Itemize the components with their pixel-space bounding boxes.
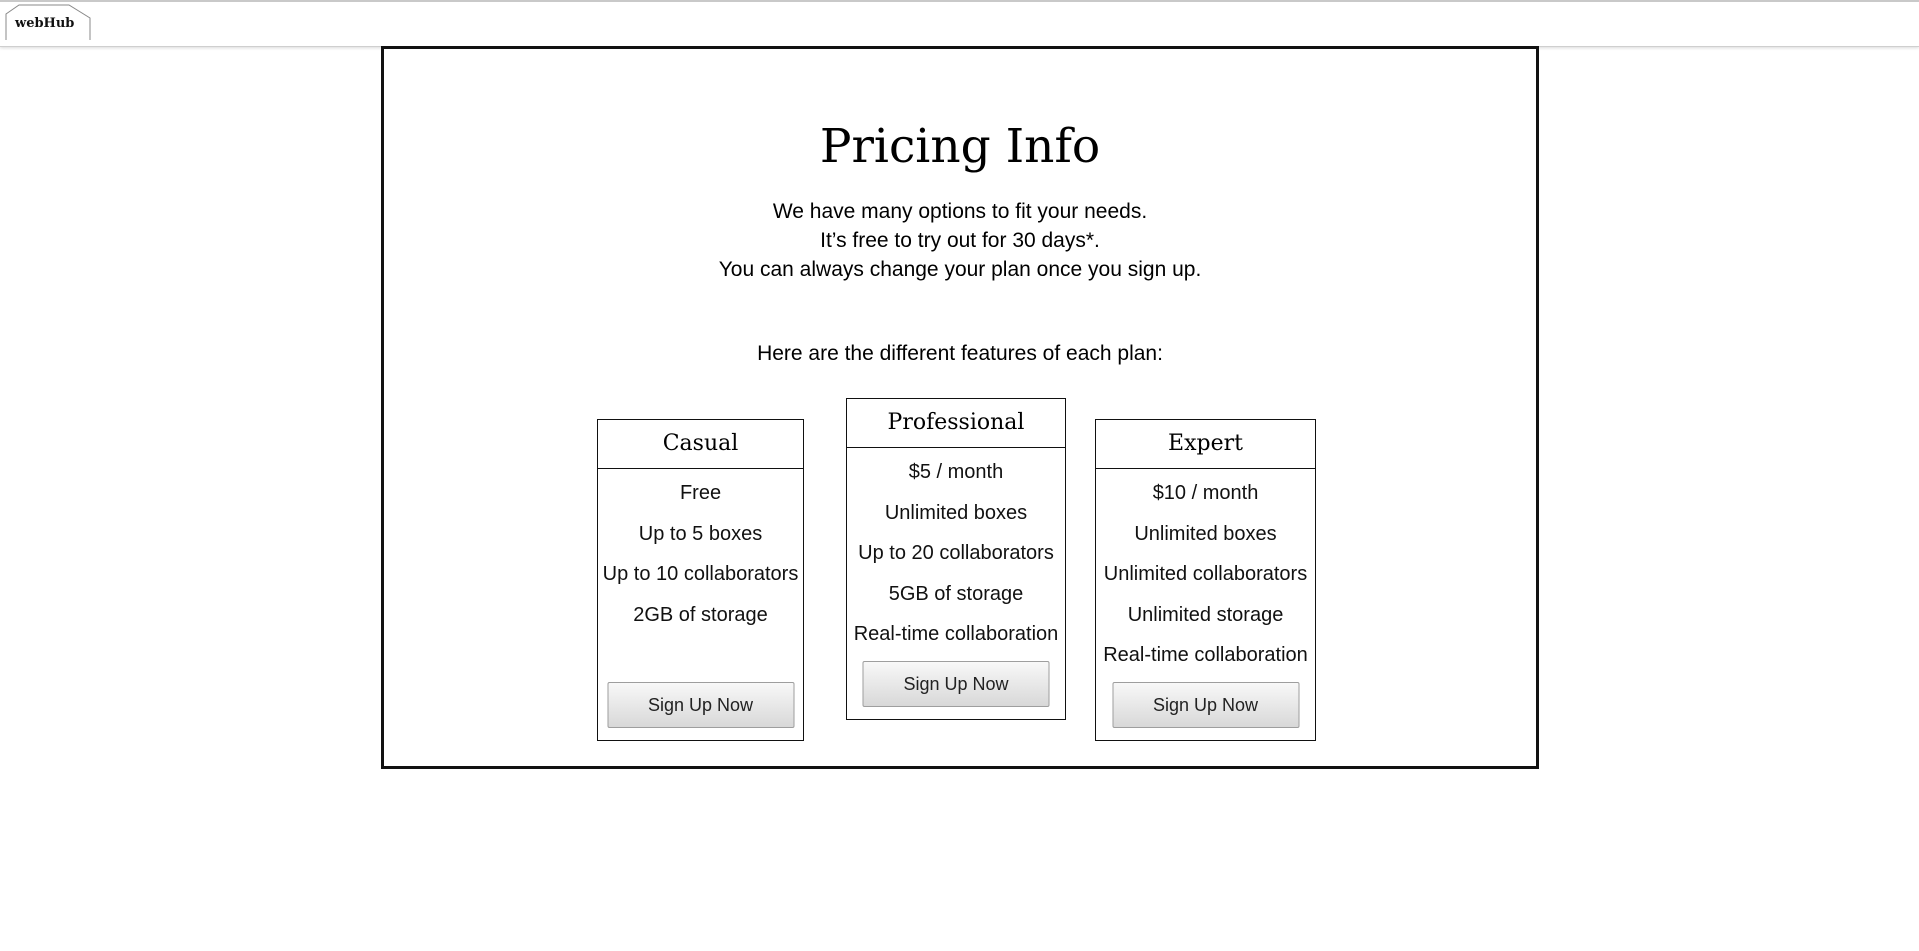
sign-up-button-expert[interactable]: Sign Up Now [1112,682,1299,728]
page-title: Pricing Info [819,119,1101,174]
sign-up-button-professional[interactable]: Sign Up Now [862,661,1050,707]
webhub-logo[interactable]: webHub [5,2,91,40]
plan-title: Casual [598,420,803,469]
plan-title: Expert [1096,420,1315,469]
plan-feature: 2GB of storage [633,603,768,626]
features-heading: Here are the different features of each … [757,342,1163,365]
plan-feature: Real-time collaboration [1103,644,1308,666]
plan-feature: Unlimited collaborators [1103,563,1308,585]
plan-feature: Real-time collaboration [853,623,1059,645]
plan-title: Professional [847,399,1065,448]
pricing-panel: Pricing Info We have many options to fit… [381,46,1539,769]
logo-text: webHub [15,16,75,31]
intro-text: We have many options to fit your needs. … [384,197,1536,284]
plan-feature: Free [679,482,722,504]
plan-feature: $10 / month [1152,482,1259,504]
top-navigation-bar: webHub [0,0,1919,47]
plan-feature: Up to 20 collaborators [858,542,1054,564]
plan-card-professional: Professional $5 / month Unlimited boxes … [846,398,1066,720]
intro-line: You can always change your plan once you… [718,258,1202,281]
plan-card-casual: Casual Free Up to 5 boxes Up to 10 colla… [597,419,804,741]
plan-card-expert: Expert $10 / month Unlimited boxes Unlim… [1095,419,1316,741]
sign-up-button-casual[interactable]: Sign Up Now [607,682,794,728]
plan-feature: $5 / month [908,461,1004,483]
plan-feature: 5GB of storage [888,582,1024,605]
intro-line: It’s free to try out for 30 days*. [820,229,1100,252]
plan-feature: Up to 10 collaborators [602,563,799,585]
plan-feature: Unlimited storage [1127,603,1284,626]
intro-line: We have many options to fit your needs. [772,200,1148,223]
plan-feature: Up to 5 boxes [638,522,763,545]
plan-feature: Unlimited boxes [1134,522,1277,545]
plan-feature: Unlimited boxes [884,501,1028,524]
